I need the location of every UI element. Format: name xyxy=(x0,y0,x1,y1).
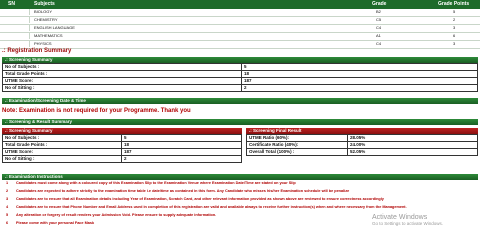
kv-row: Overall Total (100%) : 52.05% xyxy=(247,148,477,155)
kv-row: UTME Ratio (60%): 28.05% xyxy=(247,134,477,141)
subject-name: BIOLOGY xyxy=(34,9,53,14)
table-row: CHEMISTRY C5 2 xyxy=(0,17,480,25)
kv-key: No of Subjects : xyxy=(3,64,242,70)
kv-value: 2 xyxy=(124,156,127,161)
list-item: 1 Candidates must come along with a colo… xyxy=(2,180,478,188)
kv-key: UTME Score: xyxy=(3,149,122,155)
kv-row: No of Subjects : 5 xyxy=(3,63,477,70)
subject-points: 6 xyxy=(453,33,456,38)
kv-value: 5 xyxy=(124,135,127,140)
subject-name: ENGLISH LANGUAGE xyxy=(34,25,75,30)
header-subjects: Subjects xyxy=(34,1,55,7)
table-row: PHYSICS C4 3 xyxy=(0,41,480,49)
row-sn-cell xyxy=(3,17,30,23)
subject-grade: C5 xyxy=(376,17,382,22)
result-screening-table: No of Subjects : 5 Total Grade Points : … xyxy=(2,134,242,163)
kv-row: No of Subjects : 5 xyxy=(3,134,241,141)
list-item: 3 Candidates are to ensure that all Exam… xyxy=(2,196,478,204)
subject-points: 3 xyxy=(453,41,456,46)
kv-value: 18 xyxy=(124,142,130,147)
kv-value: 5 xyxy=(244,64,247,69)
subject-grade: A1 xyxy=(376,33,381,38)
header-sn: SN xyxy=(8,1,15,7)
subject-points: 2 xyxy=(453,17,456,22)
instruction-text: Candidates are to ensure that Phone Numb… xyxy=(16,205,407,209)
kv-key: Overall Total (100%) : xyxy=(247,149,348,155)
kv-row: Total Grade Points : 18 xyxy=(3,70,477,77)
result-summary-bar: .: Screening & Result Summary xyxy=(2,119,478,125)
kv-row: No of Sitting : 2 xyxy=(3,155,241,162)
exam-note: Note: Examination is not required for yo… xyxy=(2,108,191,114)
result-final-table: UTME Ratio (60%): 28.05% Certificate Rat… xyxy=(246,134,478,156)
instruction-text: Candidates are to ensure that all Examin… xyxy=(16,197,384,201)
kv-row: UTME Score: 187 xyxy=(3,148,241,155)
kv-row: Certificate Ratio (40%): 24.00% xyxy=(247,141,477,148)
kv-value: 187 xyxy=(244,78,252,83)
activate-windows-watermark: Activate Windows Go to Settings to activ… xyxy=(372,214,443,227)
subject-grade: C4 xyxy=(376,25,382,30)
table-row: BIOLOGY B2 5 xyxy=(0,9,480,17)
instruction-text: Candidates are expected to adhere strict… xyxy=(16,189,350,193)
subject-points: 5 xyxy=(453,9,456,14)
kv-row: Total Grade Points : 18 xyxy=(3,141,241,148)
watermark-title: Activate Windows xyxy=(372,214,428,221)
kv-value: 52.05% xyxy=(350,149,366,154)
instruction-number: 6 xyxy=(6,221,9,225)
subject-name: MATHEMATICS xyxy=(34,33,63,38)
list-item: 2 Candidates are expected to adhere stri… xyxy=(2,188,478,196)
kv-key: Certificate Ratio (40%): xyxy=(247,142,348,148)
instruction-number: 5 xyxy=(6,213,9,217)
subjects-table-body: BIOLOGY B2 5 CHEMISTRY C5 2 ENGLISH LANG… xyxy=(0,9,480,49)
registration-screening-panel: .: Screening Summary No of Subjects : 5 … xyxy=(2,57,478,92)
subjects-table-header: SN Subjects Grade Grade Points xyxy=(0,0,480,9)
row-sn-cell xyxy=(3,9,30,15)
instruction-text: Candidates must come along with a colour… xyxy=(16,181,296,185)
row-sn-cell xyxy=(3,41,30,47)
instruction-number: 1 xyxy=(6,181,9,185)
exam-date-bar: .: Examination/Screening Date & Time xyxy=(2,98,478,104)
table-row: ENGLISH LANGUAGE C4 3 xyxy=(0,25,480,33)
subject-name: PHYSICS xyxy=(34,41,52,46)
header-grade-points: Grade Points xyxy=(438,1,470,7)
watermark-subtitle: Go to Settings to activate Windows. xyxy=(372,221,444,226)
kv-value: 2 xyxy=(244,85,247,90)
list-item: 4 Candidates are to ensure that Phone Nu… xyxy=(2,204,478,212)
kv-value: 187 xyxy=(124,149,132,154)
kv-key: UTME Ratio (60%): xyxy=(247,135,348,141)
registration-kv-table: No of Subjects : 5 Total Grade Points : … xyxy=(2,63,478,92)
subject-grade: B2 xyxy=(376,9,381,14)
subject-points: 3 xyxy=(453,25,456,30)
instruction-number: 2 xyxy=(6,189,9,193)
kv-value: 18 xyxy=(244,71,250,76)
kv-value: 28.05% xyxy=(350,135,366,140)
kv-key: No of Subjects : xyxy=(3,135,122,141)
result-screening-panel: .: Screening Summary No of Subjects : 5 … xyxy=(2,128,242,163)
subject-grade: C4 xyxy=(376,41,382,46)
kv-row: UTME Score: 187 xyxy=(3,77,477,84)
registration-summary-title: .: Registration Summary xyxy=(2,48,72,54)
row-sn-cell xyxy=(3,25,30,31)
kv-key: Total Grade Points : xyxy=(3,71,242,77)
kv-value: 24.00% xyxy=(350,142,366,147)
kv-row: No of Sitting : 2 xyxy=(3,84,477,91)
instruction-text: Any alteration or forgery of result rend… xyxy=(16,213,217,217)
instruction-text: Please come with your personal Face Mask xyxy=(16,221,95,225)
kv-key: Total Grade Points : xyxy=(3,142,122,148)
subject-name: CHEMISTRY xyxy=(34,17,58,22)
instruction-number: 3 xyxy=(6,197,9,201)
row-sn-cell xyxy=(3,33,30,39)
instruction-number: 4 xyxy=(6,205,9,209)
header-grade: Grade xyxy=(372,1,387,7)
kv-key: No of Sitting : xyxy=(3,85,242,91)
kv-key: No of Sitting : xyxy=(3,156,122,162)
kv-key: UTME Score: xyxy=(3,78,242,84)
table-row: MATHEMATICS A1 6 xyxy=(0,33,480,41)
result-final-panel: .: Screening Final Result UTME Ratio (60… xyxy=(246,128,478,156)
